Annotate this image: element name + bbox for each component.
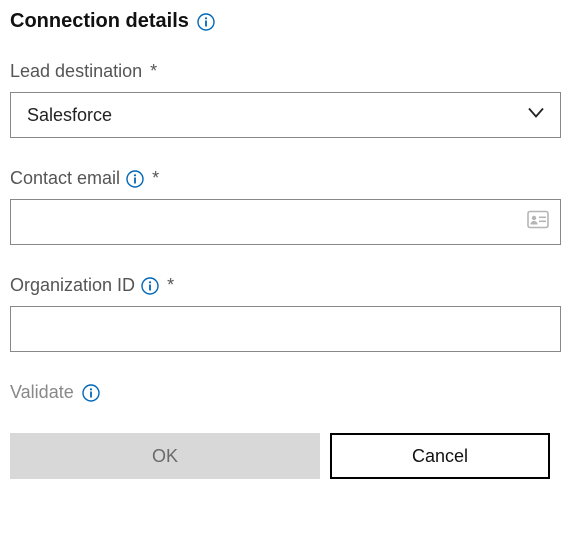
contact-email-field: Contact email * xyxy=(10,168,561,245)
lead-destination-field: Lead destination * Salesforce xyxy=(10,61,561,138)
info-icon[interactable] xyxy=(82,384,100,402)
lead-destination-value: Salesforce xyxy=(27,105,112,126)
info-icon[interactable] xyxy=(141,277,159,295)
contact-email-label-text: Contact email xyxy=(10,168,120,189)
validate-label: Validate xyxy=(10,382,74,403)
lead-destination-select[interactable]: Salesforce xyxy=(10,92,561,138)
info-icon[interactable] xyxy=(126,170,144,188)
ok-button[interactable]: OK xyxy=(10,433,320,479)
cancel-button[interactable]: Cancel xyxy=(330,433,550,479)
required-marker: * xyxy=(152,168,159,189)
contact-email-input[interactable] xyxy=(10,199,561,245)
required-marker: * xyxy=(167,275,174,296)
section-title-text: Connection details xyxy=(10,10,189,33)
organization-id-field: Organization ID * xyxy=(10,275,561,352)
info-icon[interactable] xyxy=(197,13,215,31)
organization-id-label-text: Organization ID xyxy=(10,275,135,296)
lead-destination-label: Lead destination * xyxy=(10,61,561,82)
lead-destination-label-text: Lead destination xyxy=(10,61,142,82)
cancel-button-label: Cancel xyxy=(412,446,468,467)
contact-email-label: Contact email * xyxy=(10,168,561,189)
contact-card-icon xyxy=(527,211,549,234)
button-row: OK Cancel xyxy=(10,433,561,479)
validate-link: Validate xyxy=(10,382,100,403)
organization-id-label: Organization ID * xyxy=(10,275,561,296)
ok-button-label: OK xyxy=(152,446,178,467)
section-title: Connection details xyxy=(10,10,561,33)
organization-id-input[interactable] xyxy=(10,306,561,352)
required-marker: * xyxy=(150,61,157,82)
